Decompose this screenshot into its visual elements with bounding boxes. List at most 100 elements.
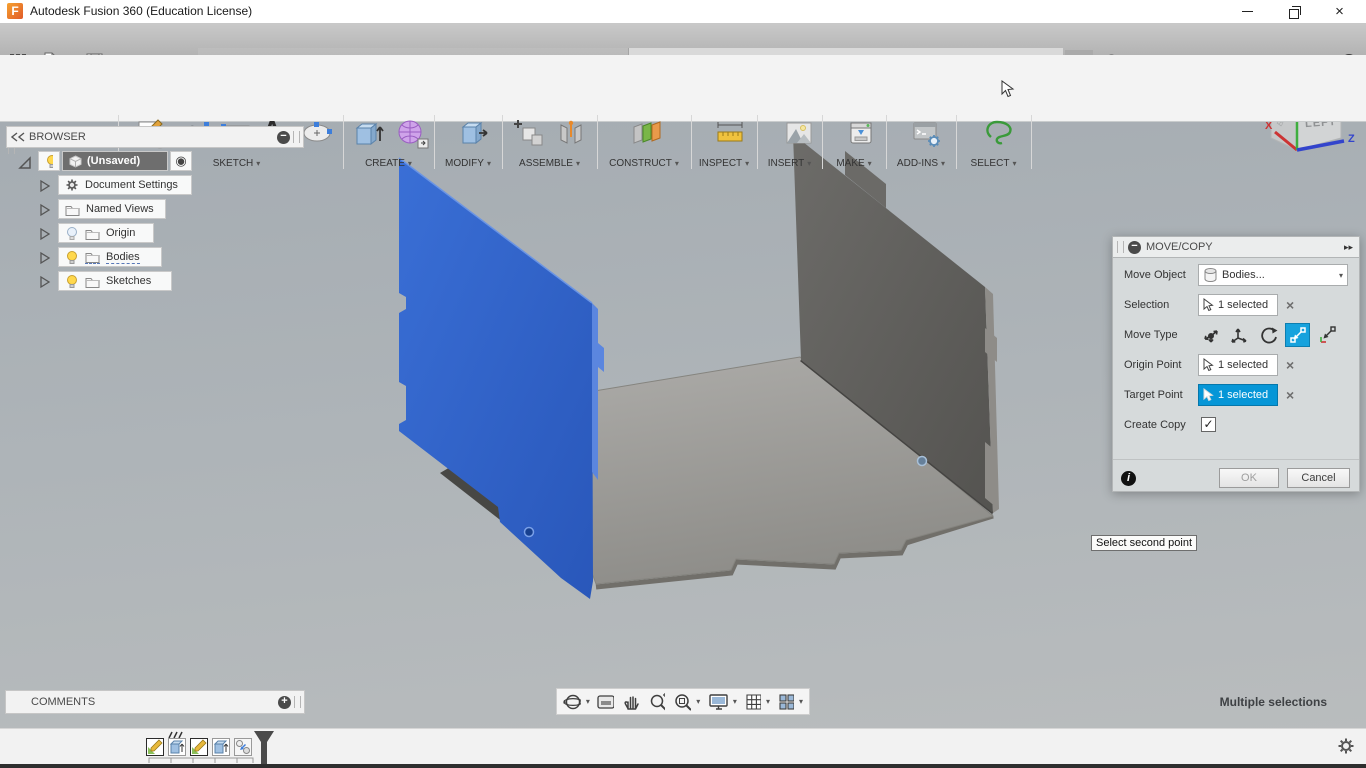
info-icon[interactable]: i: [1121, 471, 1136, 486]
origin-point-field[interactable]: 1 selected: [1198, 354, 1278, 376]
blue-panel-body[interactable]: [399, 158, 593, 599]
measure-icon[interactable]: [712, 115, 748, 151]
tree-collapsed-icon[interactable]: [38, 251, 51, 265]
selection-field[interactable]: 1 selected: [1198, 294, 1278, 316]
orbit-icon[interactable]: [563, 692, 581, 712]
move-type-point-to-point-selected[interactable]: [1285, 323, 1310, 347]
make-menu[interactable]: MAKE ▾: [822, 158, 886, 169]
origin-point-marker[interactable]: [523, 526, 535, 538]
origin-clear-icon[interactable]: ×: [1286, 357, 1294, 373]
visibility-bulb-icon[interactable]: [65, 274, 79, 288]
viewports-icon[interactable]: [778, 693, 794, 711]
select-menu[interactable]: SELECT ▾: [956, 158, 1031, 169]
tree-item-named-views[interactable]: Named Views: [58, 199, 166, 219]
timeline-settings-gear-icon[interactable]: [1336, 736, 1356, 756]
visibility-bulb-off-icon[interactable]: [65, 226, 79, 240]
inspect-menu[interactable]: INSPECT ▾: [691, 158, 757, 169]
create-form-icon[interactable]: [395, 115, 431, 151]
tree-item-bodies[interactable]: Bodies: [58, 247, 162, 267]
timeline-feature-sketch2[interactable]: [190, 738, 208, 756]
grid-caret[interactable]: ▾: [766, 697, 770, 706]
tree-collapsed-icon[interactable]: [38, 203, 51, 217]
main-toolbar: MODEL▾ A: [0, 55, 1366, 169]
add-comment-icon[interactable]: +: [278, 695, 291, 709]
add-ins-script-icon[interactable]: [909, 115, 945, 151]
timeline-feature-extrude2[interactable]: [212, 738, 230, 756]
orbit-caret[interactable]: ▾: [586, 697, 590, 706]
gear-icon: [66, 179, 78, 191]
zoom-icon[interactable]: [648, 692, 666, 712]
ellipse-tool-icon[interactable]: [300, 115, 336, 151]
timeline-playhead[interactable]: [253, 731, 275, 765]
tree-item-document-settings[interactable]: Document Settings: [58, 175, 192, 195]
tree-collapsed-icon[interactable]: [38, 179, 51, 193]
move-type-point-to-position[interactable]: [1314, 323, 1339, 347]
target-point-field-active[interactable]: 1 selected: [1198, 384, 1278, 406]
minimize-button[interactable]: [1225, 0, 1270, 23]
tree-item-sketches[interactable]: Sketches: [58, 271, 172, 291]
insert-image-icon[interactable]: [781, 115, 817, 151]
dialog-grip[interactable]: [1117, 241, 1124, 253]
joint-icon[interactable]: [553, 115, 589, 151]
extrude-icon[interactable]: [350, 115, 386, 151]
new-component-icon[interactable]: [512, 115, 548, 151]
construct-menu[interactable]: CONSTRUCT ▾: [597, 158, 691, 169]
press-pull-icon[interactable]: [455, 115, 491, 151]
target-clear-icon[interactable]: ×: [1286, 387, 1294, 403]
fit-caret[interactable]: ▾: [696, 697, 700, 706]
cancel-button[interactable]: Cancel: [1287, 468, 1350, 488]
display-settings-icon[interactable]: [708, 692, 728, 712]
display-caret[interactable]: ▾: [733, 697, 737, 706]
move-type-rotate[interactable]: [1256, 323, 1281, 347]
assemble-menu[interactable]: ASSEMBLE ▾: [502, 158, 597, 169]
cursor-icon: [1203, 298, 1214, 312]
root-visibility-bulb[interactable]: [38, 151, 60, 171]
dialog-header[interactable]: − MOVE/COPY ▸▸: [1112, 236, 1360, 258]
create-copy-checkbox[interactable]: ✓: [1201, 417, 1216, 432]
modify-menu[interactable]: MODIFY ▾: [434, 158, 502, 169]
tree-item-origin[interactable]: Origin: [58, 223, 154, 243]
comments-panel-header[interactable]: COMMENTS +: [5, 690, 305, 714]
move-type-free-move[interactable]: [1198, 323, 1223, 347]
construct-plane-icon[interactable]: [628, 115, 664, 151]
look-at-icon[interactable]: [596, 692, 614, 712]
selection-clear-icon[interactable]: ×: [1286, 297, 1294, 313]
move-type-translate[interactable]: [1227, 323, 1252, 347]
grid-icon[interactable]: [745, 693, 761, 711]
timeline-feature-extrude1[interactable]: [168, 738, 186, 756]
ok-button[interactable]: OK: [1219, 468, 1279, 488]
tree-expanded-icon[interactable]: [18, 156, 32, 170]
comments-title: COMMENTS: [31, 696, 96, 708]
dialog-minimize-icon[interactable]: −: [1128, 240, 1141, 254]
target-point-marker[interactable]: [916, 455, 928, 467]
folder-icon: [65, 205, 80, 216]
fit-icon[interactable]: [673, 692, 692, 712]
tree-item-root[interactable]: (Unsaved): [62, 151, 168, 171]
comments-grip[interactable]: [294, 696, 301, 708]
dialog-dock-icon[interactable]: ▸▸: [1344, 242, 1353, 253]
select-lasso-icon[interactable]: [981, 115, 1017, 151]
create-menu[interactable]: CREATE ▾: [343, 158, 434, 169]
viewports-caret[interactable]: ▾: [799, 697, 803, 706]
tree-item-label: Sketches: [106, 275, 152, 287]
make-3d-print-icon[interactable]: [843, 115, 879, 151]
tree-collapsed-icon[interactable]: [38, 227, 51, 241]
insert-menu[interactable]: INSERT ▾: [757, 158, 822, 169]
tree-collapsed-icon[interactable]: [38, 275, 51, 289]
timeline-feature-sketch1[interactable]: [146, 738, 164, 756]
timeline-track[interactable]: [0, 764, 1366, 768]
pan-hand-icon[interactable]: [622, 692, 640, 712]
browser-minimize-icon[interactable]: −: [277, 130, 290, 144]
dropdown-caret-icon[interactable]: ▾: [1339, 271, 1343, 280]
restore-button[interactable]: [1271, 0, 1316, 23]
activate-component-radio[interactable]: ◉: [170, 151, 192, 171]
browser-panel-header[interactable]: BROWSER −: [6, 126, 304, 148]
visibility-bulb-icon[interactable]: [65, 250, 79, 264]
collapse-panel-icon[interactable]: [11, 132, 25, 142]
close-button[interactable]: ×: [1317, 0, 1362, 23]
timeline-feature-move[interactable]: [234, 738, 252, 756]
browser-grip[interactable]: [293, 131, 300, 143]
move-object-dropdown[interactable]: Bodies... ▾: [1198, 264, 1348, 286]
browser-title: BROWSER: [29, 131, 86, 143]
add-ins-menu[interactable]: ADD-INS ▾: [886, 158, 956, 169]
